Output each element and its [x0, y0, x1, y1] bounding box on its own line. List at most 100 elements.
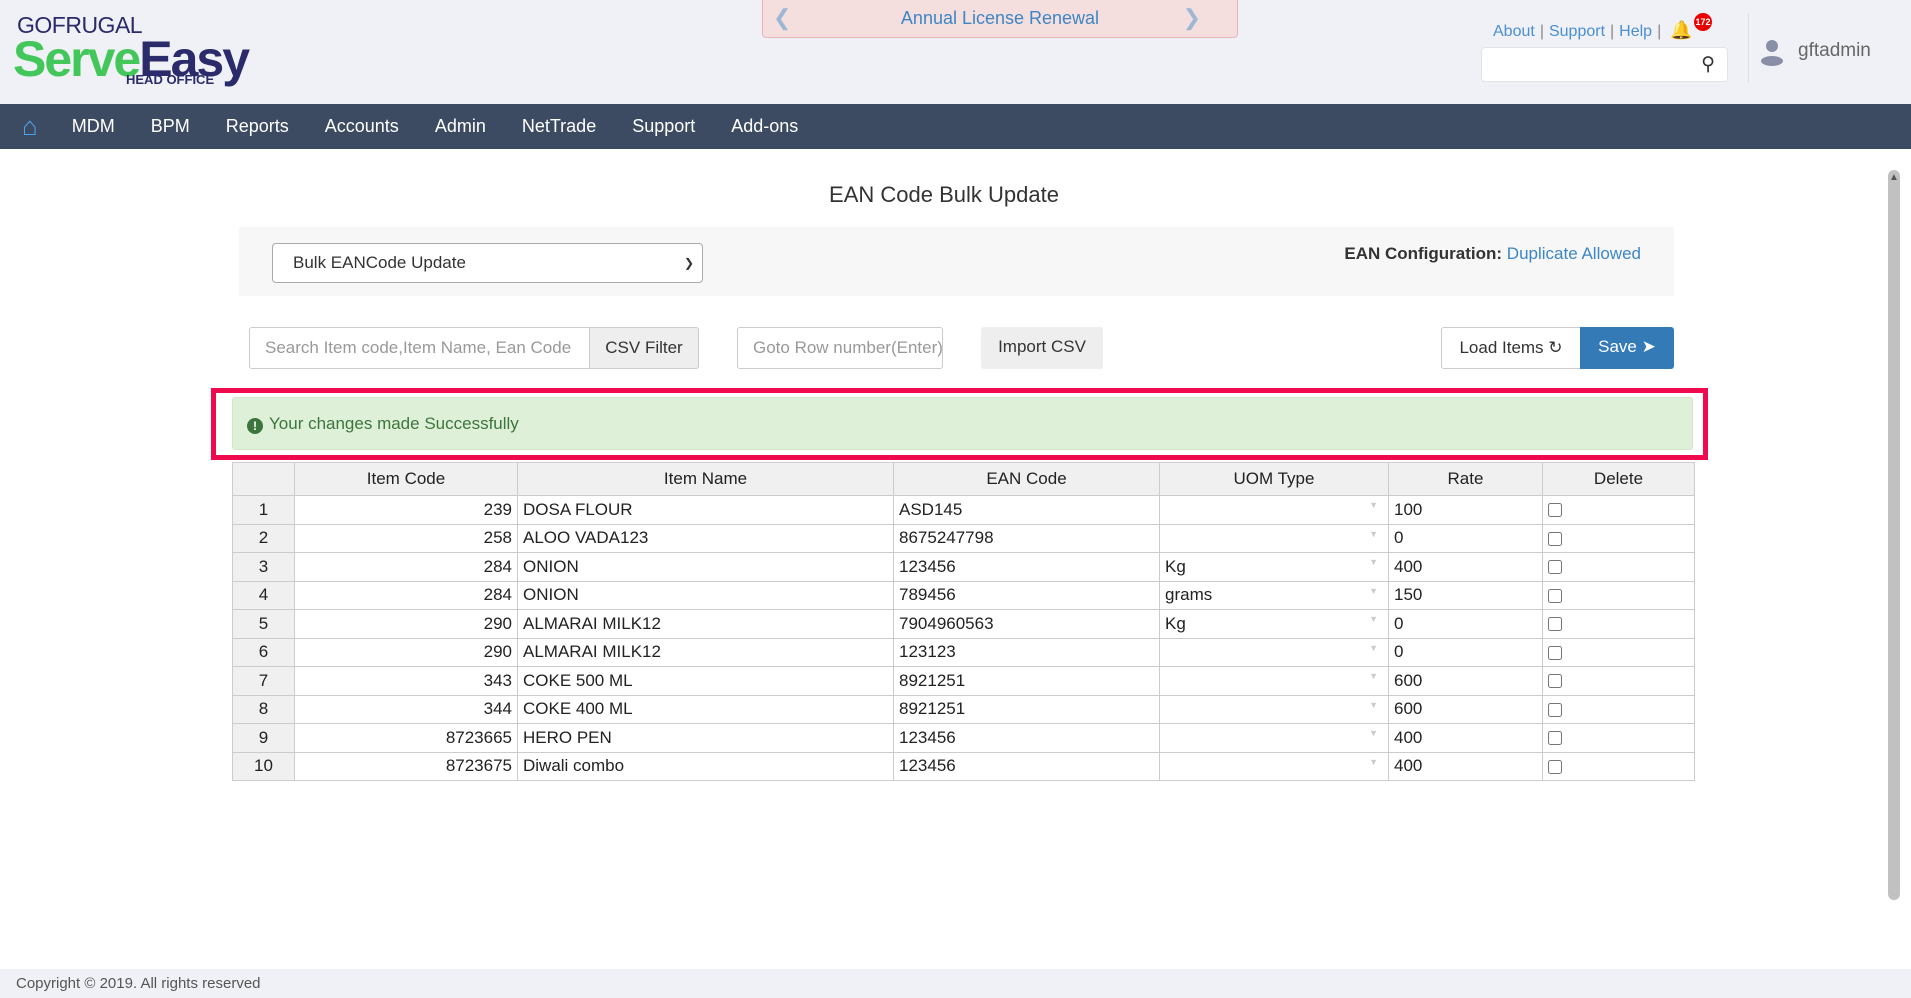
col-item-name[interactable]: Item Name: [517, 462, 894, 496]
ean-code-cell[interactable]: 8675247798: [893, 523, 1160, 553]
item-name-cell[interactable]: DOSA FLOUR: [517, 495, 894, 525]
delete-checkbox[interactable]: [1548, 731, 1562, 746]
delete-checkbox[interactable]: [1548, 588, 1562, 603]
nav-nettrade[interactable]: NetTrade: [522, 116, 596, 137]
delete-checkbox[interactable]: [1548, 759, 1562, 774]
uom-type-cell[interactable]: ▼: [1159, 723, 1389, 753]
uom-type-cell[interactable]: Kg ▼: [1159, 609, 1389, 639]
item-search-input[interactable]: Search Item code,Item Name, Ean Code: [249, 327, 590, 369]
ean-code-cell[interactable]: 123456: [893, 552, 1160, 582]
delete-checkbox[interactable]: [1548, 702, 1562, 717]
help-link[interactable]: Help: [1619, 23, 1652, 40]
support-link[interactable]: Support: [1549, 23, 1605, 40]
notification-badge[interactable]: 172: [1694, 13, 1712, 31]
rate-cell[interactable]: 400: [1388, 723, 1543, 753]
username[interactable]: gftadmin: [1798, 40, 1871, 62]
item-code-cell[interactable]: 284: [294, 580, 518, 610]
item-name-cell[interactable]: ALMARAI MILK12: [517, 609, 894, 639]
header-search-input[interactable]: ⚲: [1481, 47, 1728, 82]
chevron-right-icon[interactable]: ❯: [1183, 0, 1201, 36]
delete-checkbox[interactable]: [1548, 560, 1562, 575]
ean-code-cell[interactable]: ASD145: [893, 495, 1160, 525]
dropdown-arrow-icon[interactable]: ▼: [1369, 671, 1378, 681]
rate-cell[interactable]: 150: [1388, 580, 1543, 610]
item-code-cell[interactable]: 239: [294, 495, 518, 525]
nav-mdm[interactable]: MDM: [72, 116, 115, 137]
uom-type-cell[interactable]: ▼: [1159, 495, 1389, 525]
rate-cell[interactable]: 100: [1388, 495, 1543, 525]
dropdown-arrow-icon[interactable]: ▼: [1369, 643, 1378, 653]
import-csv-button[interactable]: Import CSV: [981, 327, 1103, 369]
nav-bpm[interactable]: BPM: [151, 116, 190, 137]
item-code-cell[interactable]: 284: [294, 552, 518, 582]
col-rate[interactable]: Rate: [1388, 462, 1543, 496]
search-icon[interactable]: ⚲: [1701, 53, 1715, 76]
ean-code-cell[interactable]: 123456: [893, 751, 1160, 781]
dropdown-arrow-icon[interactable]: ▼: [1369, 500, 1378, 510]
uom-type-cell[interactable]: ▼: [1159, 637, 1389, 667]
csv-filter-button[interactable]: CSV Filter: [589, 327, 699, 369]
home-icon[interactable]: ⌂: [22, 111, 38, 142]
ean-code-cell[interactable]: 789456: [893, 580, 1160, 610]
col-uom-type[interactable]: UOM Type: [1159, 462, 1389, 496]
save-button[interactable]: Save ➤: [1580, 327, 1674, 369]
dropdown-arrow-icon[interactable]: ▼: [1369, 557, 1378, 567]
bell-icon[interactable]: 🔔: [1670, 20, 1692, 41]
chevron-left-icon[interactable]: ❮: [773, 0, 791, 36]
item-code-cell[interactable]: 344: [294, 694, 518, 724]
ean-code-cell[interactable]: 123456: [893, 723, 1160, 753]
uom-type-cell[interactable]: Kg ▼: [1159, 552, 1389, 582]
dropdown-arrow-icon[interactable]: ▼: [1369, 529, 1378, 539]
item-name-cell[interactable]: COKE 400 ML: [517, 694, 894, 724]
user-icon[interactable]: [1760, 38, 1784, 66]
item-name-cell[interactable]: ALMARAI MILK12: [517, 637, 894, 667]
rate-cell[interactable]: 0: [1388, 523, 1543, 553]
item-code-cell[interactable]: 8723665: [294, 723, 518, 753]
item-code-cell[interactable]: 290: [294, 609, 518, 639]
ean-config-value[interactable]: Duplicate Allowed: [1507, 244, 1641, 263]
ean-code-cell[interactable]: 8921251: [893, 694, 1160, 724]
ean-code-cell[interactable]: 8921251: [893, 666, 1160, 696]
delete-checkbox[interactable]: [1548, 674, 1562, 689]
uom-type-cell[interactable]: ▼: [1159, 694, 1389, 724]
uom-type-cell[interactable]: ▼: [1159, 751, 1389, 781]
rate-cell[interactable]: 0: [1388, 609, 1543, 639]
scrollbar[interactable]: [1888, 170, 1900, 900]
dropdown-arrow-icon[interactable]: ▼: [1369, 586, 1378, 596]
nav-support[interactable]: Support: [632, 116, 695, 137]
delete-checkbox[interactable]: [1548, 503, 1562, 518]
col-delete[interactable]: Delete: [1542, 462, 1695, 496]
item-code-cell[interactable]: 8723675: [294, 751, 518, 781]
goto-row-input[interactable]: Goto Row number(Enter): [737, 327, 943, 369]
nav-admin[interactable]: Admin: [435, 116, 486, 137]
rate-cell[interactable]: 400: [1388, 751, 1543, 781]
delete-checkbox[interactable]: [1548, 645, 1562, 660]
item-name-cell[interactable]: ONION: [517, 580, 894, 610]
nav-addons[interactable]: Add-ons: [731, 116, 798, 137]
uom-type-cell[interactable]: ▼: [1159, 666, 1389, 696]
ean-code-cell[interactable]: 7904960563: [893, 609, 1160, 639]
license-banner[interactable]: ❮ Annual License Renewal ❯: [762, 0, 1238, 38]
item-name-cell[interactable]: ALOO VADA123: [517, 523, 894, 553]
rate-cell[interactable]: 400: [1388, 552, 1543, 582]
update-type-select[interactable]: Bulk EANCode Update ❯: [272, 243, 703, 283]
item-name-cell[interactable]: COKE 500 ML: [517, 666, 894, 696]
item-name-cell[interactable]: ONION: [517, 552, 894, 582]
uom-type-cell[interactable]: ▼: [1159, 523, 1389, 553]
delete-checkbox[interactable]: [1548, 531, 1562, 546]
banner-text[interactable]: Annual License Renewal: [901, 8, 1099, 28]
rate-cell[interactable]: 600: [1388, 694, 1543, 724]
ean-code-cell[interactable]: 123123: [893, 637, 1160, 667]
dropdown-arrow-icon[interactable]: ▼: [1369, 614, 1378, 624]
load-items-button[interactable]: Load Items ↻: [1441, 327, 1581, 369]
item-name-cell[interactable]: HERO PEN: [517, 723, 894, 753]
about-link[interactable]: About: [1493, 23, 1535, 40]
item-code-cell[interactable]: 258: [294, 523, 518, 553]
item-code-cell[interactable]: 343: [294, 666, 518, 696]
dropdown-arrow-icon[interactable]: ▼: [1369, 700, 1378, 710]
scroll-up-icon[interactable]: ▲: [1889, 172, 1899, 183]
dropdown-arrow-icon[interactable]: ▼: [1369, 757, 1378, 767]
rate-cell[interactable]: 0: [1388, 637, 1543, 667]
col-item-code[interactable]: Item Code: [294, 462, 518, 496]
item-code-cell[interactable]: 290: [294, 637, 518, 667]
